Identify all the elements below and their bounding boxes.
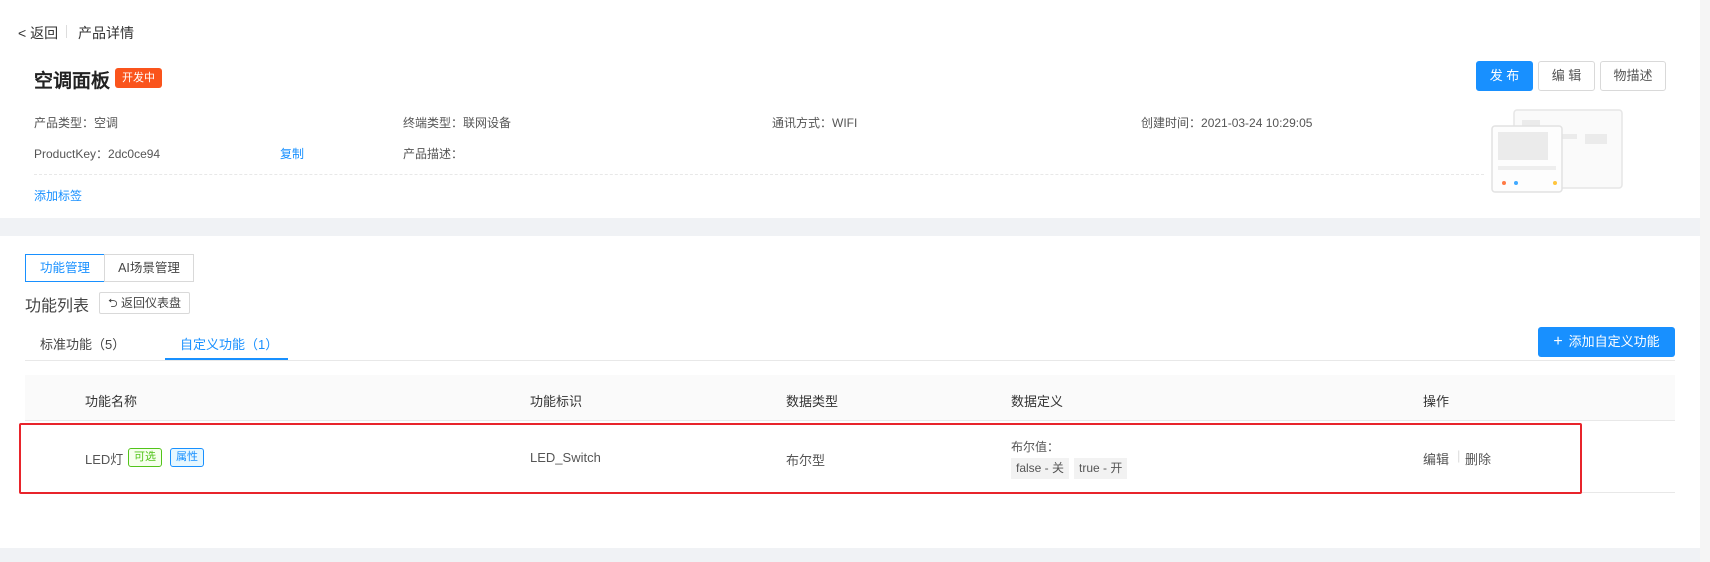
delete-row-link[interactable]: 删除 xyxy=(1465,449,1491,468)
add-custom-function-button[interactable]: + 添加自定义功能 xyxy=(1538,327,1675,357)
true-value-chip: true - 开 xyxy=(1074,458,1128,479)
tab-function-management[interactable]: 功能管理 xyxy=(25,254,105,282)
header-data-type: 数据类型 xyxy=(786,394,839,409)
tab-custom-functions[interactable]: 自定义功能（1） xyxy=(180,334,278,353)
tab-standard-functions[interactable]: 标准功能（5） xyxy=(40,334,125,353)
page-title: 空调面板 xyxy=(34,71,111,92)
status-badge: 开发中 xyxy=(115,68,162,88)
product-desc-label: 产品描述： xyxy=(403,147,464,161)
edit-button[interactable]: 编 辑 xyxy=(1538,61,1595,91)
product-key-label: ProductKey： xyxy=(34,147,109,161)
copy-link[interactable]: 复制 xyxy=(280,145,304,162)
product-type-field: 产品类型：空调 xyxy=(34,114,118,131)
created-time-value: 2021-03-24 10:29:05 xyxy=(1201,116,1313,130)
product-desc-field: 产品描述： xyxy=(403,145,463,162)
add-custom-function-label: 添加自定义功能 xyxy=(1568,334,1660,349)
table-header: 功能名称 功能标识 数据类型 数据定义 操作 xyxy=(25,375,1675,421)
false-value-chip: false - 关 xyxy=(1011,458,1070,479)
breadcrumb-divider xyxy=(66,25,67,38)
action-divider: | xyxy=(1457,448,1461,463)
data-type: 布尔型 xyxy=(786,453,826,468)
function-identifier: LED_Switch xyxy=(530,450,601,465)
terminal-type-field: 终端类型：联网设备 xyxy=(403,114,511,131)
terminal-type-value: 联网设备 xyxy=(463,116,512,130)
product-illustration-icon xyxy=(1491,109,1623,193)
product-key-value: 2dc0ce94 xyxy=(108,147,161,161)
table-row: LED灯 可选 属性 LED_Switch 布尔型 布尔值： false - 关… xyxy=(25,421,1675,493)
model-description-button[interactable]: 物描述 xyxy=(1600,61,1666,91)
optional-tag: 可选 xyxy=(128,448,162,467)
terminal-type-label: 终端类型： xyxy=(403,116,464,130)
header-function-name: 功能名称 xyxy=(85,394,138,409)
definition-label: 布尔值： xyxy=(1011,440,1060,454)
product-type-label: 产品类型： xyxy=(34,116,95,130)
comm-method-label: 通讯方式： xyxy=(772,116,833,130)
plus-icon: + xyxy=(1553,333,1563,350)
tab-ai-scene-management[interactable]: AI场景管理 xyxy=(104,254,194,282)
scrollbar[interactable] xyxy=(1700,0,1710,562)
return-dashboard-label: 返回仪表盘 xyxy=(120,296,181,310)
product-key-field: ProductKey：2dc0ce94 xyxy=(34,145,160,162)
created-time-field: 创建时间：2021-03-24 10:29:05 xyxy=(1141,114,1312,131)
breadcrumb: 产品详情 xyxy=(78,25,134,41)
header-data-definition: 数据定义 xyxy=(1011,394,1064,409)
comm-method-value: WIFI xyxy=(832,116,858,130)
function-list-title: 功能列表 xyxy=(25,298,90,315)
function-name: LED灯 xyxy=(85,452,124,467)
active-tab-indicator xyxy=(165,358,288,360)
property-tag: 属性 xyxy=(170,448,204,467)
return-icon: ⮌ xyxy=(108,296,118,310)
return-dashboard-button[interactable]: ⮌ 返回仪表盘 xyxy=(99,292,190,314)
add-tag-link[interactable]: 添加标签 xyxy=(34,187,82,204)
created-time-label: 创建时间： xyxy=(1141,116,1202,130)
header-actions: 操作 xyxy=(1423,394,1450,409)
publish-button[interactable]: 发 布 xyxy=(1476,61,1533,91)
product-type-value: 空调 xyxy=(94,116,119,130)
tab-baseline xyxy=(25,360,1675,361)
comm-method-field: 通讯方式：WIFI xyxy=(772,114,857,131)
edit-row-link[interactable]: 编辑 xyxy=(1423,449,1449,468)
info-divider xyxy=(34,174,1484,175)
back-link[interactable]: < 返回 xyxy=(18,23,58,43)
product-header-card: < 返回 产品详情 空调面板 开发中 发 布 编 辑 物描述 产品类型：空调 终… xyxy=(0,0,1700,218)
header-function-id: 功能标识 xyxy=(530,394,583,409)
